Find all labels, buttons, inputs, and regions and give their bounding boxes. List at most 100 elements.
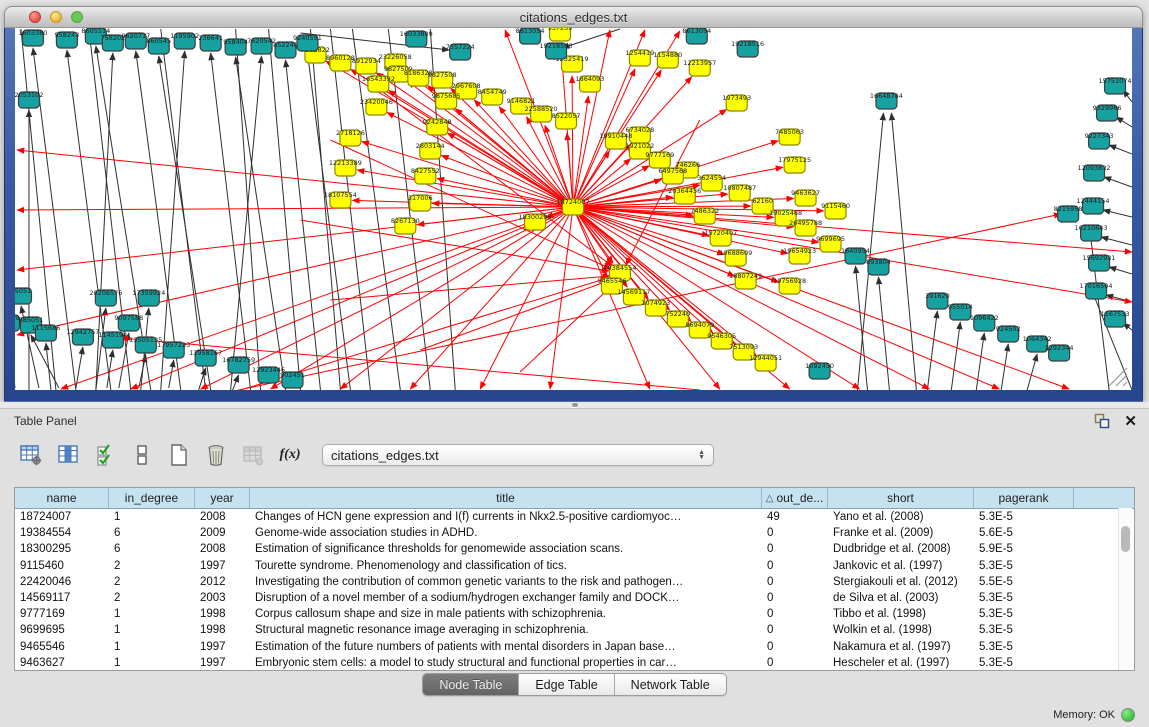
svg-text:391620: 391620: [925, 292, 950, 300]
table-select[interactable]: citations_edges.txt ▲▼: [322, 444, 714, 466]
column-header-pagerank[interactable]: pagerank: [974, 488, 1074, 508]
svg-text:19654923: 19654923: [783, 247, 816, 255]
table-cell: 6: [109, 543, 195, 555]
table-body[interactable]: 1872400712008Changes of HCN gene express…: [15, 509, 1134, 671]
table-header-row[interactable]: namein_degreeyeartitle△out_de...shortpag…: [15, 488, 1134, 509]
svg-text:8694079: 8694079: [685, 321, 714, 329]
svg-text:20364436: 20364436: [668, 187, 701, 195]
svg-text:860545: 860545: [146, 37, 171, 45]
svg-text:23226058: 23226058: [379, 53, 412, 61]
svg-text:9699695: 9699695: [816, 235, 845, 243]
table-cell: 2008: [195, 511, 250, 523]
table-row[interactable]: 946554611997Estimation of the future num…: [15, 639, 1134, 655]
svg-text:16033809: 16033809: [400, 30, 433, 38]
svg-text:19910448: 19910448: [599, 132, 632, 140]
table-cell: 5.3E-5: [974, 624, 1074, 636]
svg-text:8613054: 8613054: [682, 28, 711, 35]
cytoscape-app: citations_edges.txt 79638228960128891293…: [0, 0, 1149, 727]
column-header-title[interactable]: title: [250, 488, 762, 508]
node-table[interactable]: namein_degreeyeartitle△out_de...shortpag…: [14, 487, 1135, 671]
svg-text:1292344: 1292344: [1045, 344, 1074, 352]
svg-text:9227343: 9227343: [1085, 132, 1114, 140]
divider-handle-icon[interactable]: [572, 403, 578, 407]
svg-text:9240551: 9240551: [293, 34, 322, 42]
svg-text:1921022: 1921022: [625, 142, 654, 150]
window-title: citations_edges.txt: [5, 10, 1142, 25]
table-row[interactable]: 969969511998Structural magnetic resonanc…: [15, 622, 1134, 638]
network-view-window: citations_edges.txt 79638228960128891293…: [4, 6, 1143, 402]
table-row[interactable]: 911546021997Tourette syndrome. Phenomeno…: [15, 558, 1134, 574]
table-cell: 0: [762, 657, 828, 669]
table-cell: Genome-wide association studies in ADHD.: [250, 527, 762, 539]
column-header-out_de[interactable]: △out_de...: [762, 488, 828, 508]
network-canvas[interactable]: 7963822896012889129342322605898275091654…: [15, 28, 1132, 390]
svg-text:1973493: 1973493: [722, 94, 751, 102]
svg-text:20206576: 20206576: [89, 289, 122, 297]
column-header-in_degree[interactable]: in_degree: [109, 488, 195, 508]
table-cell: 19384554: [15, 527, 109, 539]
close-panel-icon[interactable]: ✕: [1124, 414, 1137, 429]
table-cell: 5.3E-5: [974, 608, 1074, 620]
svg-text:1864093: 1864093: [576, 75, 605, 83]
scrollbar-thumb[interactable]: [1121, 526, 1130, 552]
svg-text:9097588: 9097588: [114, 314, 143, 322]
svg-text:10025488: 10025488: [769, 209, 802, 217]
svg-text:12944051: 12944051: [749, 354, 782, 362]
table-cell: 0: [762, 608, 828, 620]
row-height-icon[interactable]: [127, 440, 157, 470]
table-cell: 5.3E-5: [974, 511, 1074, 523]
svg-text:2718126: 2718126: [336, 129, 365, 137]
svg-text:852240: 852240: [273, 41, 298, 49]
svg-text:1145194: 1145194: [98, 331, 127, 339]
column-header-year[interactable]: year: [195, 488, 250, 508]
tab-node-table[interactable]: Node Table: [423, 674, 519, 695]
table-cell: 1997: [195, 641, 250, 653]
window-titlebar[interactable]: citations_edges.txt: [4, 6, 1143, 28]
svg-text:26495788: 26495788: [789, 219, 822, 227]
table-row[interactable]: 1456911722003Disruption of a novel membe…: [15, 590, 1134, 606]
citation-network-graph[interactable]: 7963822896012889129342322605898275091654…: [15, 28, 1132, 390]
column-header-short[interactable]: short: [828, 488, 974, 508]
import-table-icon[interactable]: [238, 440, 268, 470]
svg-text:1640954: 1640954: [841, 247, 870, 255]
table-row[interactable]: 977716911998Corpus callosum shape and si…: [15, 606, 1134, 622]
table-cell: Embryonic stem cells: a model to study s…: [250, 657, 762, 669]
float-panel-icon[interactable]: [1094, 413, 1110, 429]
table-cell: Investigating the contribution of common…: [250, 576, 762, 588]
table-type-segmented-control[interactable]: Node TableEdge TableNetwork Table: [422, 673, 726, 696]
table-row[interactable]: 1872400712008Changes of HCN gene express…: [15, 509, 1134, 525]
tab-network-table[interactable]: Network Table: [615, 674, 726, 695]
column-header-name[interactable]: name: [15, 488, 109, 508]
svg-text:8813054: 8813054: [516, 28, 545, 35]
svg-text:17359924: 17359924: [132, 289, 165, 297]
svg-text:955014: 955014: [948, 303, 973, 311]
select-rows-icon[interactable]: [90, 440, 120, 470]
svg-text:1096422: 1096422: [970, 314, 999, 322]
function-builder-icon[interactable]: f(x): [275, 440, 305, 470]
svg-text:12942757: 12942757: [66, 328, 99, 336]
table-row[interactable]: 1938455462009Genome-wide association stu…: [15, 525, 1134, 541]
memory-ok-icon[interactable]: [1121, 708, 1135, 722]
table-cell: Tibbo et al. (1998): [828, 608, 974, 620]
delete-table-icon[interactable]: [201, 440, 231, 470]
table-cell: 0: [762, 576, 828, 588]
table-vertical-scrollbar[interactable]: [1118, 508, 1132, 670]
table-row[interactable]: 1830029562008Estimation of significance …: [15, 541, 1134, 557]
show-column-icon[interactable]: [53, 440, 83, 470]
table-settings-icon[interactable]: [16, 440, 46, 470]
svg-text:7513093: 7513093: [729, 343, 758, 351]
table-row[interactable]: 2242004622012Investigating the contribut…: [15, 574, 1134, 590]
svg-text:16543392: 16543392: [362, 75, 395, 83]
svg-text:685051: 685051: [19, 316, 44, 324]
svg-text:15692931: 15692931: [1083, 254, 1116, 262]
svg-text:18107554: 18107554: [324, 191, 357, 199]
svg-text:2803144: 2803144: [416, 142, 445, 150]
table-cell: 1998: [195, 608, 250, 620]
table-row[interactable]: 946362711997Embryonic stem cells: a mode…: [15, 655, 1134, 671]
svg-text:8267130: 8267130: [391, 217, 420, 225]
table-cell: 1: [109, 624, 195, 636]
svg-text:8215958: 8215958: [1054, 205, 1083, 213]
table-cell: 9115460: [15, 560, 109, 572]
tab-edge-table[interactable]: Edge Table: [519, 674, 614, 695]
new-table-icon[interactable]: [164, 440, 194, 470]
